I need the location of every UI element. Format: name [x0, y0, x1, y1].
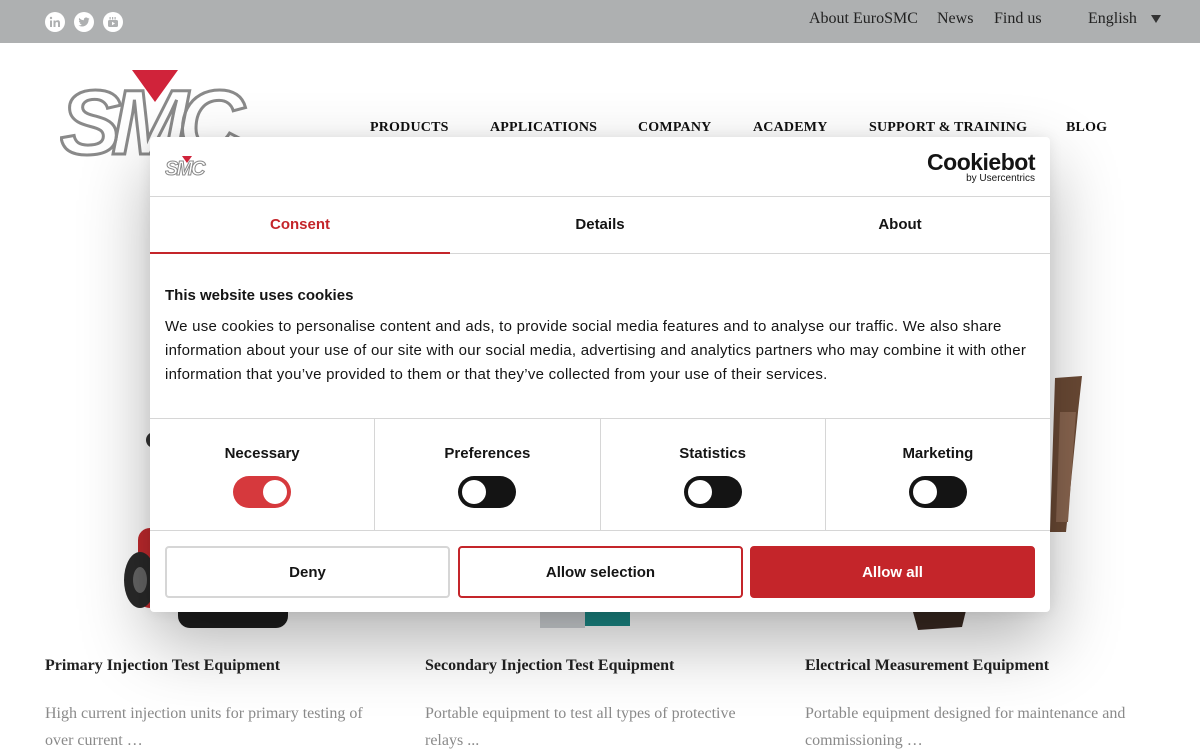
product-title-secondary[interactable]: Secondary Injection Test Equipment: [425, 657, 674, 675]
youtube-icon[interactable]: [103, 12, 123, 32]
toggle-necessary[interactable]: [233, 476, 292, 508]
nav-blog[interactable]: BLOG: [1066, 120, 1107, 136]
tab-details[interactable]: Details: [450, 197, 750, 253]
tab-consent[interactable]: Consent: [150, 197, 450, 254]
nav-applications[interactable]: APPLICATIONS: [490, 120, 597, 136]
linkedin-icon[interactable]: [45, 12, 65, 32]
toggle-cell-statistics: Statistics: [601, 419, 826, 530]
language-label: English: [1088, 10, 1137, 27]
nav-company[interactable]: COMPANY: [638, 120, 711, 136]
dialog-header: SMC Cookiebot by Usercentrics: [150, 137, 1050, 197]
toggle-knob: [462, 480, 487, 504]
toggle-knob: [263, 480, 288, 504]
nav-support-training[interactable]: SUPPORT & TRAINING: [869, 120, 1027, 136]
toggle-label-marketing: Marketing: [902, 445, 974, 462]
chevron-down-icon: [1150, 15, 1161, 23]
news-link[interactable]: News: [937, 10, 973, 28]
product-desc-primary: High current injection units for primary…: [45, 705, 363, 749]
nav-academy[interactable]: ACADEMY: [753, 120, 828, 136]
smc-small-logo: SMC: [165, 156, 209, 177]
toggle-preferences[interactable]: [458, 476, 517, 508]
allow-selection-button[interactable]: Allow selection: [458, 546, 743, 598]
toggle-statistics[interactable]: [683, 476, 742, 508]
product-desc-secondary: Portable equipment to test all types of …: [425, 705, 736, 749]
cookiebot-logo[interactable]: Cookiebot by Usercentrics: [927, 150, 1035, 184]
toggle-label-preferences: Preferences: [444, 445, 531, 462]
toggle-label-statistics: Statistics: [679, 445, 746, 462]
nav-products[interactable]: PRODUCTS: [370, 120, 449, 136]
toggle-cell-marketing: Marketing: [826, 419, 1050, 530]
toggle-cell-preferences: Preferences: [375, 419, 601, 530]
toggle-label-necessary: Necessary: [224, 445, 300, 462]
toggle-knob: [687, 480, 712, 504]
cookie-consent-dialog: SMC Cookiebot by Usercentrics Consent De…: [150, 137, 1050, 612]
about-eurosmc-link[interactable]: About EuroSMC: [809, 10, 918, 28]
cookiebot-name: Cookiebot: [927, 149, 1035, 175]
svg-text:SMC: SMC: [165, 158, 206, 177]
dialog-text: We use cookies to personalise content an…: [165, 318, 1027, 383]
language-selector[interactable]: English: [1088, 10, 1161, 28]
product-desc-measurement: Portable equipment designed for maintena…: [805, 705, 1126, 749]
dialog-title: This website uses cookies: [165, 287, 354, 304]
toggle-knob: [912, 480, 937, 504]
toggle-cell-necessary: Necessary: [150, 419, 376, 530]
cookiebot-sub: by Usercentrics: [966, 173, 1035, 184]
product-title-measurement[interactable]: Electrical Measurement Equipment: [805, 657, 1049, 675]
allow-all-button[interactable]: Allow all: [750, 546, 1035, 598]
toggle-marketing[interactable]: [908, 476, 967, 508]
tab-about[interactable]: About: [750, 197, 1050, 253]
deny-button[interactable]: Deny: [165, 546, 450, 598]
dialog-tabs: Consent Details About: [150, 197, 1050, 254]
top-bar: About EuroSMC News Find us English: [0, 0, 1200, 43]
find-us-link[interactable]: Find us: [994, 10, 1042, 28]
consent-toggles: Necessary Preferences Statistics Marketi…: [150, 418, 1050, 531]
twitter-icon[interactable]: [74, 12, 94, 32]
product-title-primary[interactable]: Primary Injection Test Equipment: [45, 657, 280, 675]
